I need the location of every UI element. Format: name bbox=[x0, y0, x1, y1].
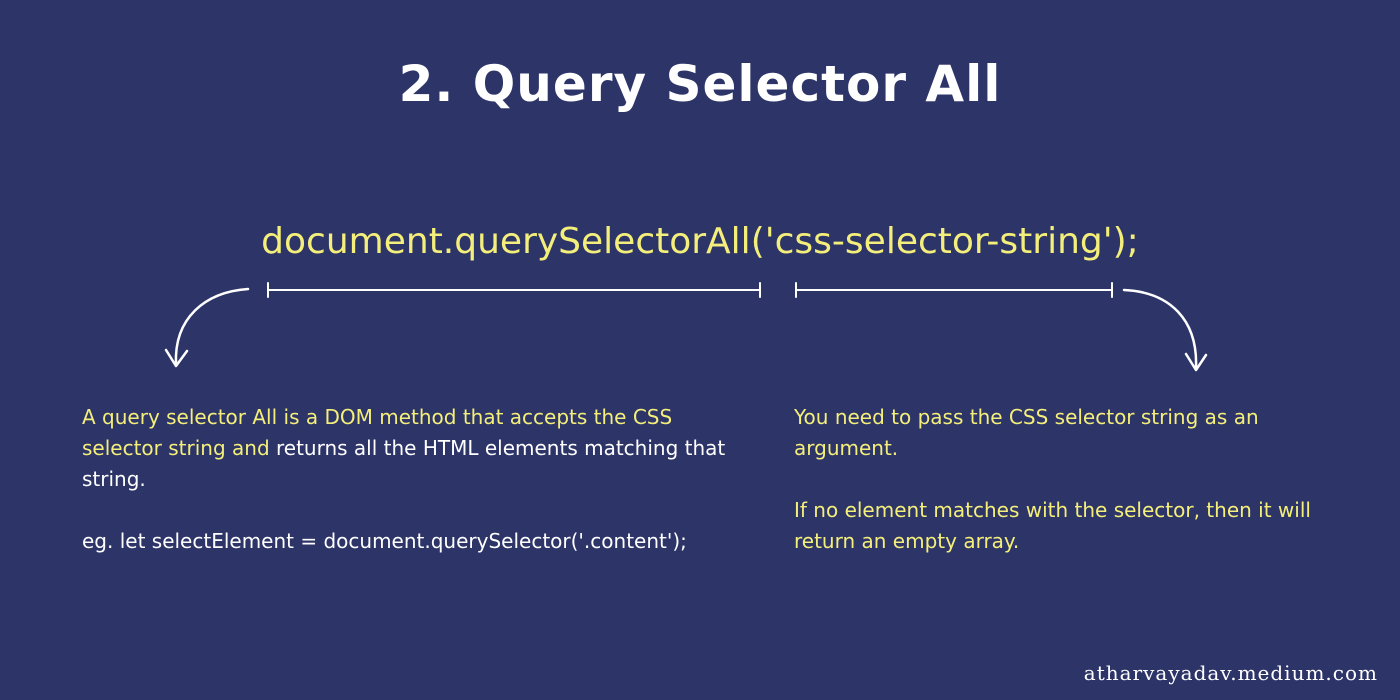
argument-paragraph-1: You need to pass the CSS selector string… bbox=[794, 405, 1259, 460]
code-snippet: document.querySelectorAll('css-selector-… bbox=[261, 221, 1139, 262]
method-definition: A query selector All is a DOM method tha… bbox=[82, 402, 754, 495]
argument-bracket bbox=[795, 282, 1113, 298]
method-description: A query selector All is a DOM method tha… bbox=[82, 402, 754, 557]
method-bracket bbox=[267, 282, 761, 298]
code-example: eg. let selectElement = document.querySe… bbox=[82, 529, 687, 553]
argument-description: You need to pass the CSS selector string… bbox=[794, 402, 1364, 557]
right-arrow-icon bbox=[1122, 288, 1208, 372]
watermark: atharvayadav.medium.com bbox=[1083, 661, 1378, 685]
page-title: 2. Query Selector All bbox=[398, 55, 1002, 113]
argument-paragraph-2: If no element matches with the selector,… bbox=[794, 498, 1311, 553]
left-arrow-icon bbox=[164, 287, 250, 368]
